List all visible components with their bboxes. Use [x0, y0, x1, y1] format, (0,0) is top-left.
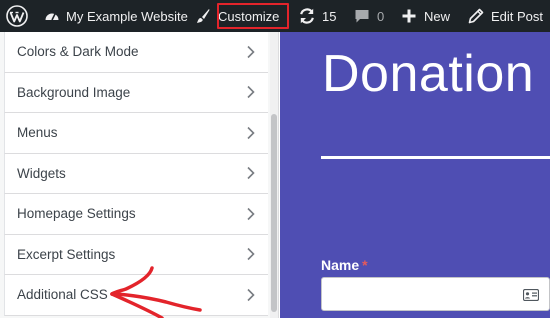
- site-name-label: My Example Website: [66, 8, 188, 24]
- refresh-icon: [298, 7, 316, 25]
- pencil-icon: [468, 8, 484, 24]
- wordpress-logo-icon[interactable]: [6, 0, 28, 32]
- required-marker: *: [362, 257, 368, 273]
- chevron-right-icon: [247, 207, 255, 220]
- menu-item-widgets[interactable]: Widgets: [4, 153, 268, 194]
- chevron-right-icon: [247, 126, 255, 139]
- menu-item-label: Menus: [17, 125, 58, 141]
- paintbrush-icon: [196, 8, 210, 24]
- comment-bubble-icon: [354, 8, 370, 24]
- comments-link[interactable]: 0: [354, 0, 384, 32]
- name-field-label: Name *: [321, 257, 368, 273]
- site-preview: Donation Name *: [280, 32, 550, 318]
- admin-bar: My Example Website Customize 15 0 New Ed…: [0, 0, 550, 32]
- menu-item-background-image[interactable]: Background Image: [4, 72, 268, 113]
- menu-item-label: Widgets: [17, 165, 66, 181]
- menu-item-label: Excerpt Settings: [17, 246, 116, 262]
- edit-post-label: Edit Post: [491, 8, 544, 24]
- menu-item-menus[interactable]: Menus: [4, 113, 268, 154]
- menu-item-homepage-settings[interactable]: Homepage Settings: [4, 194, 268, 235]
- chevron-right-icon: [247, 86, 255, 99]
- customize-highlight-box: [217, 3, 289, 29]
- customizer-panel: Colors & Dark Mode Background Image Menu…: [0, 32, 279, 318]
- menu-item-label: Additional CSS: [17, 287, 108, 303]
- site-name-link[interactable]: My Example Website: [44, 0, 188, 32]
- edit-post-link[interactable]: Edit Post: [468, 0, 543, 32]
- menu-item-label: Homepage Settings: [17, 206, 136, 222]
- title-divider: [321, 156, 550, 159]
- updates-link[interactable]: 15: [298, 0, 336, 32]
- menu-item-additional-css[interactable]: Additional CSS: [4, 275, 268, 316]
- menu-item-label: Background Image: [17, 84, 131, 100]
- customizer-menu: Colors & Dark Mode Background Image Menu…: [4, 32, 268, 316]
- menu-item-excerpt-settings[interactable]: Excerpt Settings: [4, 234, 268, 275]
- panel-scrollbar-thumb[interactable]: [271, 114, 277, 312]
- chevron-right-icon: [247, 167, 255, 180]
- updates-count: 15: [322, 8, 337, 24]
- new-label: New: [424, 8, 451, 24]
- name-input[interactable]: [321, 277, 550, 311]
- chevron-right-icon: [247, 45, 255, 58]
- menu-item-colors-dark-mode[interactable]: Colors & Dark Mode: [4, 32, 268, 73]
- gauge-icon: [44, 8, 60, 24]
- menu-item-label: Colors & Dark Mode: [17, 44, 139, 60]
- comments-count: 0: [377, 8, 385, 24]
- name-label-text: Name: [321, 257, 360, 273]
- chevron-right-icon: [247, 248, 255, 261]
- plus-icon: [402, 9, 416, 23]
- chevron-right-icon: [247, 288, 255, 301]
- contact-card-icon: [523, 289, 539, 301]
- new-content-link[interactable]: New: [402, 0, 450, 32]
- page-title: Donation: [322, 45, 535, 103]
